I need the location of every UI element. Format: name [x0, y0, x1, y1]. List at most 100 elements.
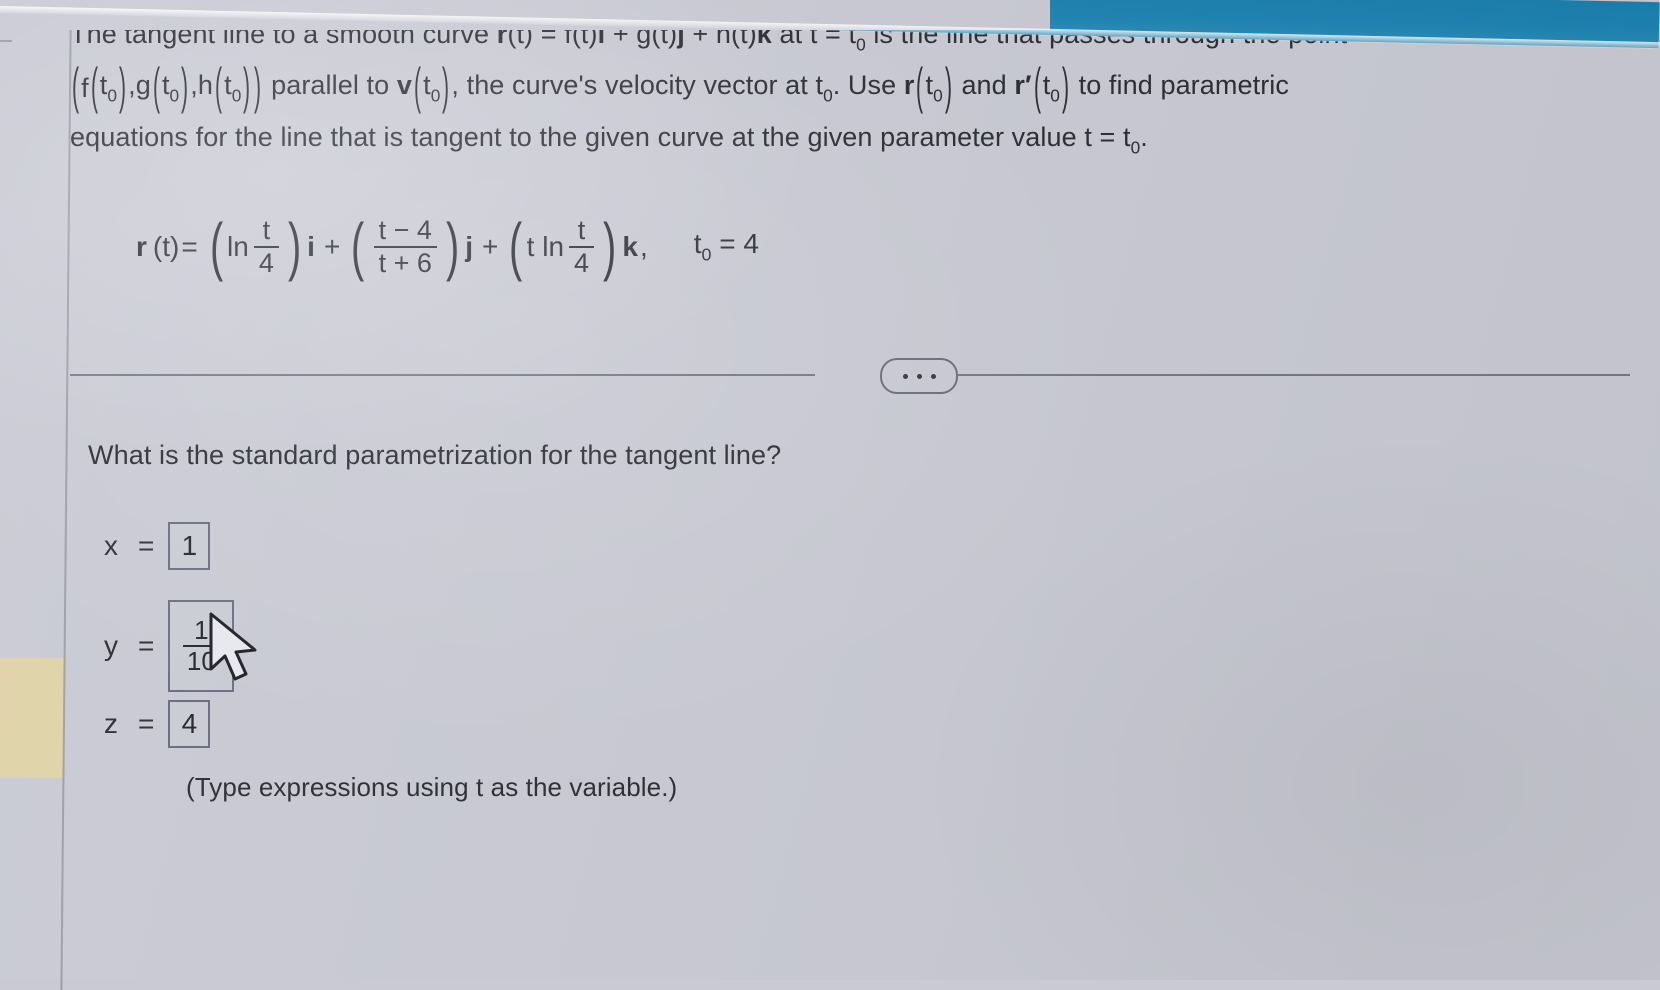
prompt-and-text: and: [953, 70, 1015, 101]
equation-comma: ,: [639, 231, 648, 263]
equation-open-paren-1: (: [209, 210, 223, 283]
answer-row-z: z = 4: [104, 700, 211, 748]
open-paren-v: (: [413, 58, 422, 115]
function-h: h: [197, 70, 213, 101]
equation-unit-i: i: [307, 231, 315, 263]
t-subscript-zero: 0: [856, 34, 866, 55]
fraction-3-denominator: 4: [574, 248, 590, 279]
equation-unit-k: k: [622, 231, 638, 263]
equation-term-3: t ln t 4: [526, 215, 599, 279]
variable-label-x: x: [104, 530, 118, 561]
equation-r-symbol: r: [136, 231, 147, 263]
close-paren-v: ): [442, 58, 450, 115]
equation-open-paren-2: (: [351, 210, 365, 283]
answer-value-z: 4: [181, 708, 198, 739]
prompt-use-text: . Use: [832, 70, 904, 101]
open-paren-g: (: [152, 58, 160, 115]
equation-unit-j: j: [465, 231, 473, 263]
prompt-parallel-text: parallel to: [263, 70, 397, 101]
equation-plus-1: +: [323, 231, 341, 263]
equation-fraction-1: t 4: [253, 215, 279, 279]
equation-ln-1: ln: [227, 231, 249, 263]
equals-sign-x: =: [138, 530, 155, 561]
close-paren-rprime: ): [1061, 58, 1069, 115]
prompt-tofind-text: to find parametric: [1071, 70, 1289, 101]
answer-y-numerator: 1: [194, 614, 209, 645]
fraction-2-numerator: t − 4: [378, 215, 432, 245]
t0-label: t: [693, 228, 702, 260]
equation-fraction-3: t 4: [569, 215, 595, 279]
t-h-sub: 0: [231, 85, 242, 106]
close-paren-g: ): [181, 58, 189, 115]
equation-r-arg: (t): [152, 231, 180, 263]
open-paren-r: (: [916, 58, 924, 115]
open-paren-h: (: [214, 58, 223, 115]
ellipsis-dot-2: [916, 373, 922, 379]
t0-subscript: 0: [701, 244, 712, 265]
comma-2: ,: [190, 70, 198, 101]
problem-pane: The tangent line to a smooth curve r(t) …: [0, 0, 1660, 980]
vector-v-symbol: v: [396, 70, 412, 101]
t-v: t: [423, 70, 431, 101]
equation-t-ln-3: t ln: [526, 231, 565, 263]
equation-open-paren-3: (: [509, 210, 523, 283]
equation-term-2: t − 4 t + 6: [369, 215, 442, 279]
t-f-sub: 0: [107, 85, 118, 106]
fraction-1-numerator: t: [262, 215, 271, 245]
fraction-2-denominator: t + 6: [378, 248, 432, 279]
fraction-3-numerator: t: [577, 215, 586, 245]
answer-row-x: x = 1: [104, 522, 211, 570]
equals-sign-y: =: [138, 630, 155, 661]
prompt-velocity-text: , the curve's velocity vector at t: [451, 70, 824, 101]
ellipsis-dot-1: [902, 373, 908, 379]
function-f: f: [81, 73, 89, 104]
close-paren-outer: ): [254, 58, 262, 115]
section-divider: [70, 358, 1630, 394]
divider-line-right: [958, 374, 1630, 376]
equation-term-1: ln t 4: [227, 215, 284, 279]
equation-fraction-2: t − 4 t + 6: [373, 215, 437, 279]
equation-plus-2: +: [482, 231, 499, 263]
open-paren-f: (: [90, 58, 98, 115]
question-text: What is the standard parametrization for…: [88, 440, 782, 470]
function-g: g: [135, 70, 151, 101]
answer-value-x: 1: [181, 530, 198, 561]
divider-line-left: [70, 374, 815, 376]
close-paren-r: ): [944, 58, 952, 115]
close-paren-f: ): [119, 58, 127, 115]
t-r: t: [925, 70, 934, 101]
comma-1: ,: [128, 70, 136, 101]
t-g: t: [161, 70, 170, 101]
equation-equals: =: [181, 231, 198, 263]
t-v-sub: 0: [430, 85, 441, 106]
variable-label-y: y: [104, 630, 118, 661]
input-hint-text: (Type expressions using t as the variabl…: [186, 772, 678, 802]
t-line3-sub: 0: [1130, 136, 1141, 157]
t-velocity-sub: 0: [823, 85, 833, 106]
t-rprime-sub: 0: [1050, 85, 1060, 106]
t-g-sub: 0: [169, 85, 180, 106]
equation-close-paren-1: ): [287, 210, 302, 283]
curve-equation: r (t) = ( ln t 4 ) i + ( t − 4 t + 6 ) j …: [136, 210, 759, 283]
ellipsis-horizontal-icon[interactable]: [880, 358, 958, 394]
fraction-1-denominator: 4: [258, 248, 274, 279]
prompt-period: .: [1140, 121, 1148, 152]
equation-close-paren-2: ): [445, 210, 460, 283]
answer-input-x[interactable]: 1: [168, 522, 211, 570]
vector-r-symbol-2: r: [903, 70, 915, 101]
t-h: t: [224, 70, 232, 101]
variable-label-z: z: [104, 708, 118, 739]
ellipsis-dot-3: [930, 373, 936, 379]
vector-r-prime-symbol: r′: [1014, 70, 1032, 101]
equals-sign-z: =: [138, 708, 155, 739]
answer-input-z[interactable]: 4: [168, 700, 211, 748]
open-paren-outer: (: [72, 58, 80, 115]
t0-value: = 4: [719, 228, 759, 260]
open-paren-rprime: (: [1033, 58, 1041, 115]
equation-close-paren-3: ): [603, 210, 617, 283]
prompt-text-line3: equations for the line that is tangent t…: [70, 121, 1131, 152]
mouse-pointer-icon: [209, 612, 257, 681]
close-paren-h: ): [243, 58, 251, 115]
t-r-sub: 0: [933, 85, 943, 106]
t0-condition: t0 = 4: [694, 228, 759, 266]
